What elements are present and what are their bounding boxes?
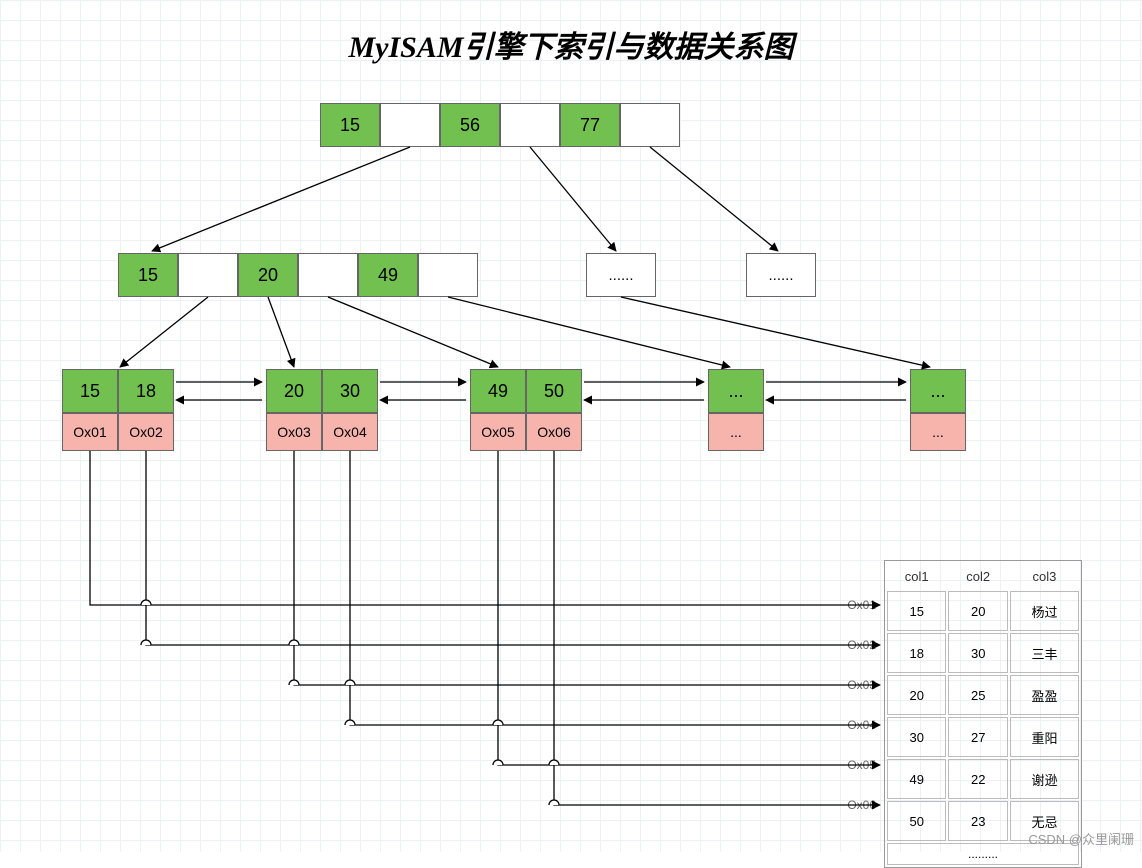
arrows-layer <box>0 0 1142 852</box>
